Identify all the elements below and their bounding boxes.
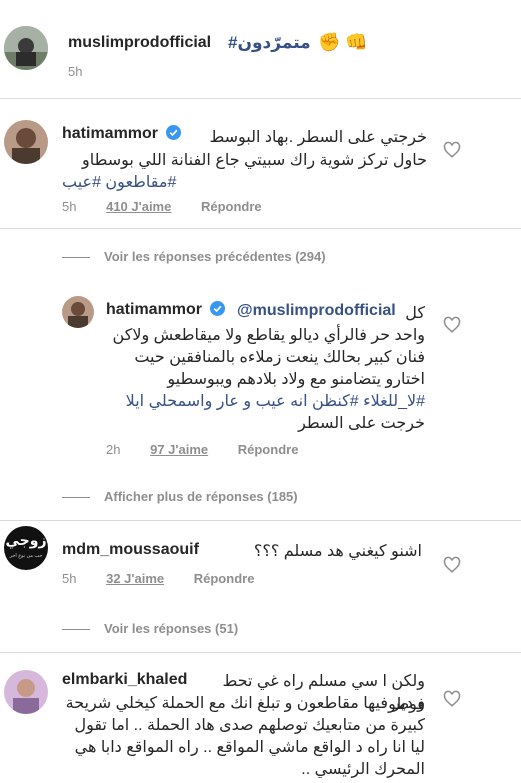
post-username[interactable]: muslimprodofficial xyxy=(68,34,211,52)
divider xyxy=(0,520,521,521)
view-previous-replies[interactable]: Voir les réponses précédentes (294) xyxy=(62,249,326,264)
likes-count[interactable]: 410 J'aime xyxy=(106,199,171,214)
comment-text: و دير فيها مقاطعون و تبلغ انك مع الحملة … xyxy=(65,695,425,712)
post-hashtag[interactable]: #متمرّدون xyxy=(228,33,311,53)
reply-button[interactable]: Répondre xyxy=(201,199,262,214)
likes-count[interactable]: 97 J'aime xyxy=(150,442,208,457)
verified-badge-icon xyxy=(210,301,226,316)
heart-outline-icon[interactable] xyxy=(443,141,461,159)
comment-time: 5h xyxy=(62,199,77,214)
avatar-subtext: حب من نوع اخر xyxy=(9,553,43,559)
comment-text: ليا انا راه د الواقع ماشي المواقع .. راه… xyxy=(74,739,425,756)
comment-meta: 5h 32 J'aime Répondre xyxy=(62,571,280,586)
view-replies[interactable]: Voir les réponses (51) xyxy=(62,621,238,636)
post-time: 5h xyxy=(68,64,83,79)
avatar[interactable] xyxy=(62,296,94,328)
reply-meta: 2h 97 J'aime Répondre xyxy=(106,442,324,457)
reply-hashtags[interactable]: #لا_للغلاء #كنظن انه عيب و عار واسمحلي ا… xyxy=(95,390,425,413)
reply-text: واحد حر فالرأي ديالو يقاطع ولا ميقاطعش و… xyxy=(112,327,425,344)
comment-time: 5h xyxy=(62,571,77,586)
comment-text: خرجتي على السطر .بهاد البوسط xyxy=(209,129,427,146)
reply-text: اختارو يتضامنو مع ولاد بلادهم ويبوسطيو xyxy=(167,371,425,388)
avatar[interactable] xyxy=(4,670,48,714)
comment-hashtags[interactable]: #مقاطعون #عيب xyxy=(62,171,182,194)
divider xyxy=(0,652,521,653)
avatar-text: زوجي xyxy=(5,532,47,548)
post-header: muslimprodofficial #متمرّدون ✊ 👊 5h xyxy=(0,0,521,98)
reply-time: 2h xyxy=(106,442,121,457)
heart-outline-icon[interactable] xyxy=(443,690,461,708)
reply-username[interactable]: hatimammor xyxy=(106,301,226,319)
comment-text: اشنو كيغني هد مسلم ؟؟؟ xyxy=(253,543,422,560)
reply-button[interactable]: Répondre xyxy=(238,442,299,457)
reply-text: خرجت على السطر xyxy=(298,415,425,432)
heart-outline-icon[interactable] xyxy=(443,316,461,334)
likes-count[interactable]: 32 J'aime xyxy=(106,571,164,586)
divider xyxy=(0,228,521,229)
comment-text: حاول تركز شوية راك سبيتي جاع الفنانة الل… xyxy=(82,152,427,169)
avatar[interactable]: زوجي حب من نوع اخر xyxy=(4,526,48,570)
comment-text: كبيرة من متابعيك توصلهم صدى هاد الحملة .… xyxy=(74,717,425,734)
comment-username[interactable]: elmbarki_khaled xyxy=(62,671,187,689)
divider xyxy=(0,98,521,99)
reply-button[interactable]: Répondre xyxy=(194,571,255,586)
comment-username[interactable]: mdm_moussaouif xyxy=(62,541,199,559)
reply-text: كل xyxy=(405,305,425,322)
comment-text: المحرك الرئيسي .. xyxy=(301,761,425,778)
avatar[interactable] xyxy=(4,26,48,70)
post-emojis: ✊ 👊 xyxy=(318,32,368,52)
heart-outline-icon[interactable] xyxy=(443,556,461,574)
show-more-replies[interactable]: Afficher plus de réponses (185) xyxy=(62,489,298,504)
reply-text: فنان كبير بحالك ينعت زملاءه بالمنافقين ح… xyxy=(134,349,425,366)
comment-meta: 5h 410 J'aime Répondre xyxy=(62,199,288,214)
reply-mention[interactable]: @muslimprodofficial xyxy=(237,302,396,320)
